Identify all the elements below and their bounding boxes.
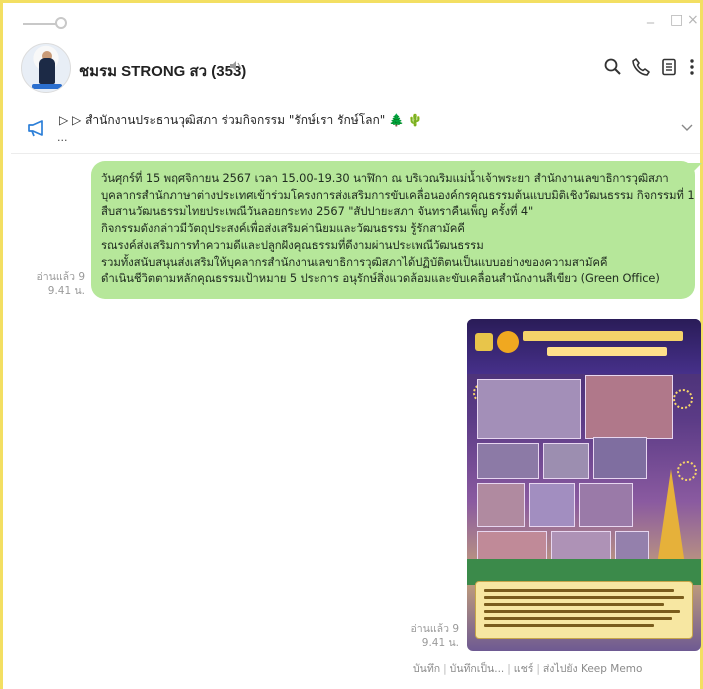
message-line: รณรงค์ส่งเสริมการทำความดีและปลูกฝังคุณธร…	[101, 237, 484, 252]
more-icon[interactable]	[687, 57, 697, 77]
message-bubble[interactable]: วันศุกร์ที่ 15 พฤศจิกายน 2567 เวลา 15.00…	[91, 161, 695, 299]
poster-photo	[529, 483, 575, 527]
poster-logo	[497, 331, 519, 353]
divider	[11, 153, 700, 154]
avatar-tag	[32, 84, 62, 89]
chevron-down-icon[interactable]	[681, 123, 693, 133]
poster-logo	[475, 333, 493, 351]
message-line: วันศุกร์ที่ 15 พฤศจิกายน 2567 เวลา 15.00…	[101, 171, 669, 185]
announcement-text: ▷ ▷ สำนักงานประธานวุฒิสภา ร่วมกิจกรรม "ร…	[59, 113, 423, 127]
poster-photo	[615, 531, 649, 561]
share-link[interactable]: แชร์	[514, 663, 534, 675]
poster-photo	[551, 531, 611, 561]
group-avatar[interactable]	[21, 43, 71, 93]
poster-photo	[477, 443, 539, 479]
poster-photo	[477, 531, 547, 561]
chat-header: ชมรม STRONG สว (353)	[3, 37, 700, 101]
read-count: อ่านแล้ว 9	[410, 623, 460, 635]
caption-line	[484, 610, 680, 613]
announcement-bar[interactable]: ▷ ▷ สำนักงานประธานวุฒิสภา ร่วมกิจกรรม "ร…	[3, 103, 700, 149]
title-bar: _ □ ×	[3, 3, 700, 37]
message-line: บุคลากรสำนักภาษาต่างประเทศเข้าร่วมโครงกา…	[101, 187, 695, 202]
chat-title[interactable]: ชมรม STRONG สว (353)	[79, 59, 246, 83]
poster-title-art	[547, 347, 667, 356]
poster-photo	[543, 443, 589, 479]
poster-photo	[477, 379, 581, 439]
window-slider-handle[interactable]	[55, 17, 67, 29]
message-read-status: อ่านแล้ว 9 9.41 น.	[33, 270, 86, 298]
poster-title-art	[523, 331, 683, 341]
image-actions: บันทึก | บันทึกเป็น... | แชร์ | ส่งไปยัง Keep …	[413, 660, 642, 677]
poster-image[interactable]	[467, 319, 701, 651]
window-slider-track[interactable]	[23, 23, 57, 25]
caption-line	[484, 603, 664, 606]
keep-memo-link[interactable]: ส่งไปยัง Keep Memo	[543, 663, 643, 675]
separator: |	[443, 663, 447, 675]
caption-line	[484, 596, 684, 599]
firework-decor	[673, 389, 693, 409]
message-time: 9.41 น.	[421, 637, 459, 649]
separator: |	[536, 663, 540, 675]
message-time: 9.41 น.	[47, 285, 85, 297]
message-line: กิจกรรมดังกล่าวมีวัตถุประสงค์เพื่อส่งเสร…	[101, 221, 465, 236]
announcement-more[interactable]: ...	[57, 131, 68, 144]
poster-photo	[593, 437, 647, 479]
search-icon[interactable]	[603, 57, 623, 77]
read-count: อ่านแล้ว 9	[36, 271, 86, 283]
close-button[interactable]: ×	[687, 13, 699, 27]
poster-caption-box	[475, 581, 693, 639]
poster-photo	[585, 375, 673, 439]
phone-icon[interactable]	[631, 57, 651, 77]
note-icon[interactable]	[659, 57, 679, 77]
message-line: รวมทั้งสนับสนุนส่งเสริมให้บุคลากรสำนักงา…	[101, 254, 608, 269]
caption-line	[484, 617, 672, 620]
message-line: ดำเนินชีวิตตามหลักคุณธรรมเป้าหมาย 5 ประก…	[101, 271, 660, 286]
caption-line	[484, 589, 674, 592]
save-as-link[interactable]: บันทึกเป็น...	[450, 663, 505, 675]
app-window: _ □ × ชมรม STRONG สว (353) ▷ ▷ สำนักงานป…	[0, 0, 703, 689]
image-read-status: อ่านแล้ว 9 9.41 น.	[407, 622, 460, 650]
poster-photo	[477, 483, 525, 527]
maximize-button[interactable]: □	[670, 13, 683, 27]
megaphone-icon	[28, 120, 43, 137]
caption-line	[484, 624, 654, 627]
separator: |	[507, 663, 511, 675]
mute-icon	[230, 61, 242, 71]
save-link[interactable]: บันทึก	[413, 663, 440, 675]
avatar-figure	[39, 58, 55, 84]
minimize-button[interactable]: _	[647, 9, 654, 23]
message-line: สืบสานวัฒนธรรมไทยประเพณีวันลอยกระทง 2567…	[101, 204, 534, 219]
poster-photo	[579, 483, 633, 527]
